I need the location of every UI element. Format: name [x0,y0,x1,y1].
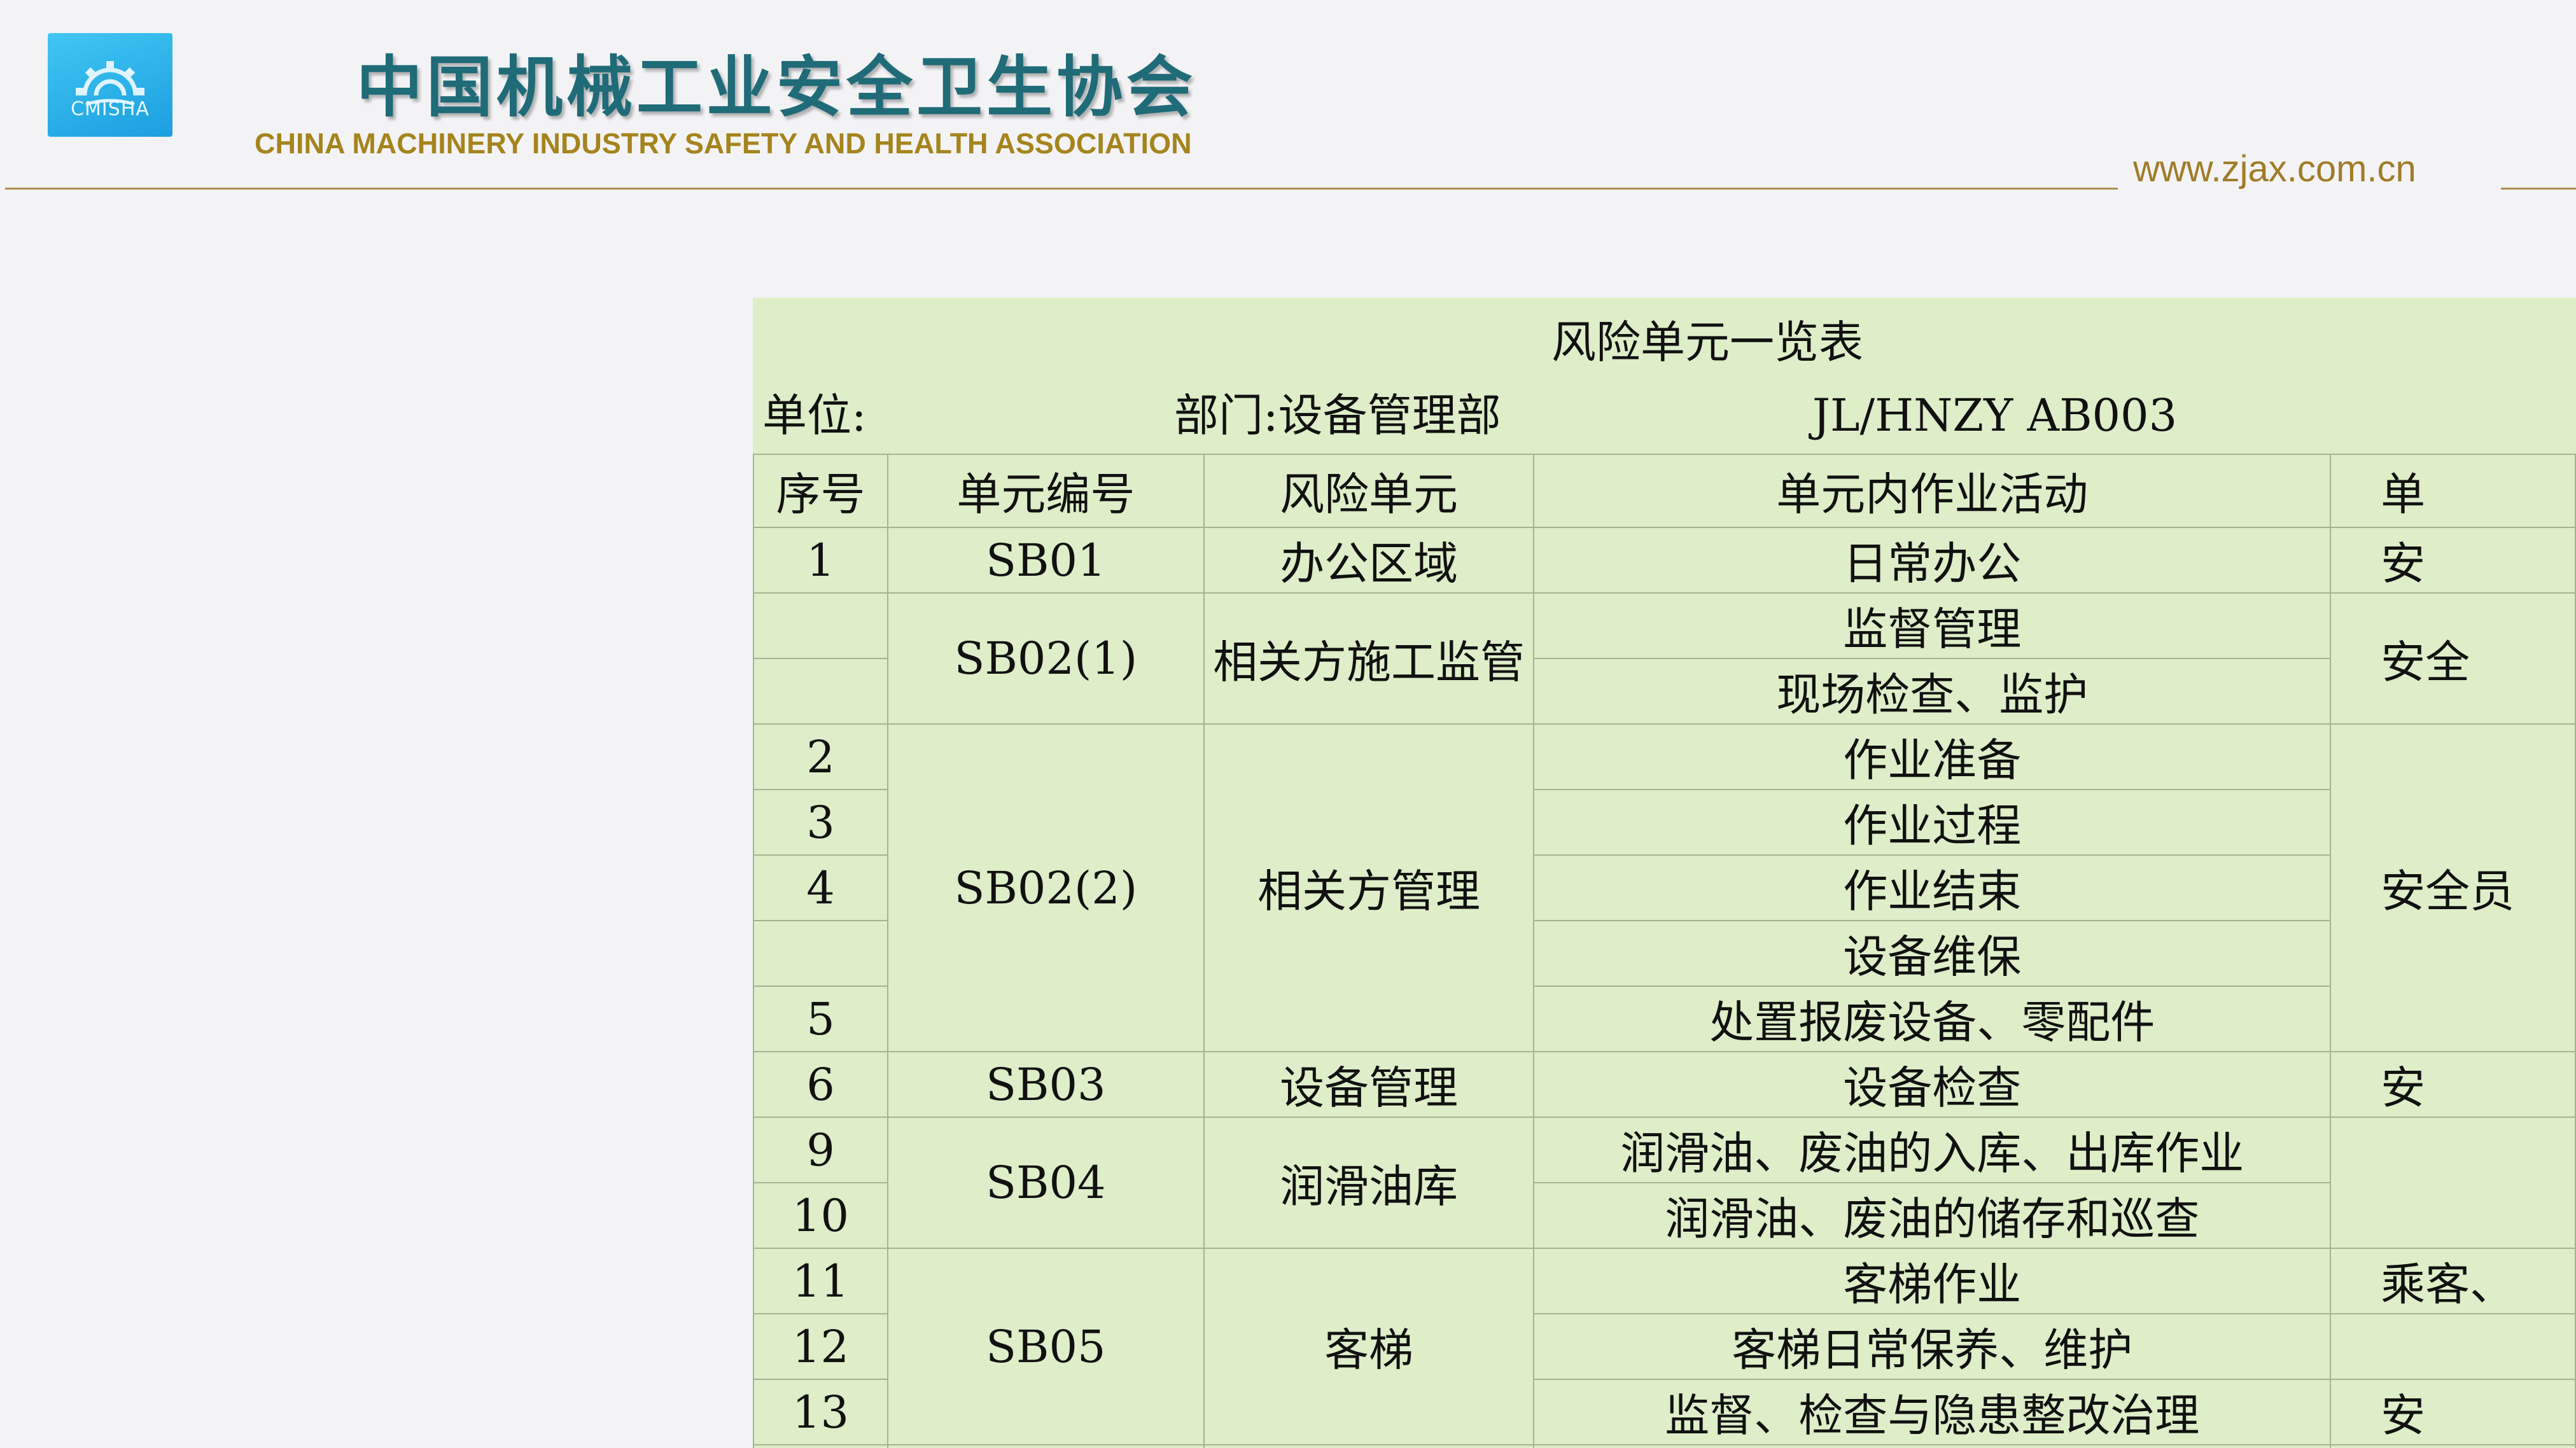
row-no: 4 [753,854,888,921]
column-header-risk-unit: 风险单元 [1203,454,1535,528]
activity: 作业结束 [1533,854,2332,921]
logo-text: CMISHA [71,98,150,120]
row-no: 9 [753,1117,888,1183]
header-divider-right [2501,188,2576,190]
unit-code [886,1444,1205,1448]
row-no [753,1444,888,1448]
website-link[interactable]: www.zjax.com.cn [2133,148,2416,190]
unit-code: SB02(2) [886,723,1205,1052]
responsible [2330,1313,2576,1380]
risk-unit: 润滑油库 [1203,1117,1535,1249]
risk-unit: 相关方施工监管 [1203,592,1535,725]
row-no [753,658,888,725]
responsible: 安 [2330,527,2576,594]
row-no: 5 [753,985,888,1052]
responsible: 安 [2330,1379,2576,1445]
unit-code: SB05 [886,1248,1205,1445]
page-header: CMISHA 中国机械工业安全卫生协会 CHINA MACHINERY INDU… [0,0,2576,191]
row-no [753,592,888,659]
activity: 作业过程 [1533,789,2332,856]
column-header-responsible: 单 [2330,454,2576,528]
activity: 处置报废设备、零配件 [1533,985,2332,1052]
responsible: 安 [2330,1051,2576,1118]
column-header-unit-code: 单元编号 [886,454,1205,528]
document-code: JL/HNZY AB003 [1812,389,2178,442]
table-row: 1 SB01 办公区域 日常办公 安 [753,527,2576,594]
header-divider [5,188,2118,190]
row-no: 1 [753,527,888,594]
responsible: 安全 [2330,592,2576,725]
activity: 监督管理 [1533,592,2332,659]
risk-unit-sheet: 风险单元一览表 单位: 部门:设备管理部 JL/HNZY AB003 序号 单元… [753,298,2576,1448]
table-row: 6 SB03 设备管理 设备检查 安 [753,1051,2576,1118]
gear-icon [76,61,144,106]
row-no [753,920,888,987]
table-row: 2 SB02(2) 相关方管理 作业准备 安全员 [753,723,2576,1052]
cmisha-logo: CMISHA [48,33,172,137]
row-no: 11 [753,1248,888,1314]
row-no: 3 [753,789,888,856]
row-no: 2 [753,723,888,790]
responsible [2330,1117,2576,1249]
department-label: 部门:设备管理部 [1174,389,1501,442]
column-header-activity: 单元内作业活动 [1533,454,2332,528]
risk-unit: 相关方管理 [1203,723,1535,1052]
risk-unit: 客梯 [1203,1248,1535,1445]
unit-code: SB01 [886,527,1205,594]
activity: 设备维保 [1533,920,2332,987]
unit-code: SB04 [886,1117,1205,1249]
responsible: 安全员 [2330,723,2576,1052]
unit-code: SB03 [886,1051,1205,1118]
row-no: 13 [753,1379,888,1445]
activity: 日常办公 [1533,527,2332,594]
table-row: 9 SB04 润滑油库 润滑油、废油的入库、出库作业 [753,1117,2576,1249]
unit-label: 单位: [762,389,867,442]
activity: 客梯作业 [1533,1248,2332,1314]
activity [1533,1444,2332,1448]
association-title-en: CHINA MACHINERY INDUSTRY SAFETY AND HEAL… [255,127,1192,160]
table-row: SB02(1) 相关方施工监管 监督管理 安全 [753,592,2576,725]
activity: 润滑油、废油的储存和巡查 [1533,1182,2332,1249]
row-no: 12 [753,1313,888,1380]
row-no: 6 [753,1051,888,1118]
activity: 客梯日常保养、维护 [1533,1313,2332,1380]
activity: 润滑油、废油的入库、出库作业 [1533,1117,2332,1183]
risk-unit: 设备管理 [1203,1051,1535,1118]
activity: 作业准备 [1533,723,2332,790]
risk-unit: 办公区域 [1203,527,1535,594]
unit-code: SB02(1) [886,592,1205,725]
association-title-cn: 中国机械工业安全卫生协会 [356,48,1197,126]
risk-unit [1203,1444,1535,1448]
responsible: 乘客、 [2330,1248,2576,1314]
sheet-title: 风险单元一览表 [1551,316,1863,368]
responsible [2330,1444,2576,1448]
table-header-row: 序号 单元编号 风险单元 单元内作业活动 单 [753,454,2576,528]
activity: 现场检查、监护 [1533,658,2332,725]
table-row [753,1444,2576,1448]
activity: 设备检查 [1533,1051,2332,1118]
activity: 监督、检查与隐患整改治理 [1533,1379,2332,1445]
table-row: 11 SB05 客梯 客梯作业 乘客、 [753,1248,2576,1445]
row-no: 10 [753,1182,888,1249]
risk-unit-table: 序号 单元编号 风险单元 单元内作业活动 单 1 SB01 办公区域 日常办公 … [753,454,2576,1448]
column-header-no: 序号 [753,454,888,528]
